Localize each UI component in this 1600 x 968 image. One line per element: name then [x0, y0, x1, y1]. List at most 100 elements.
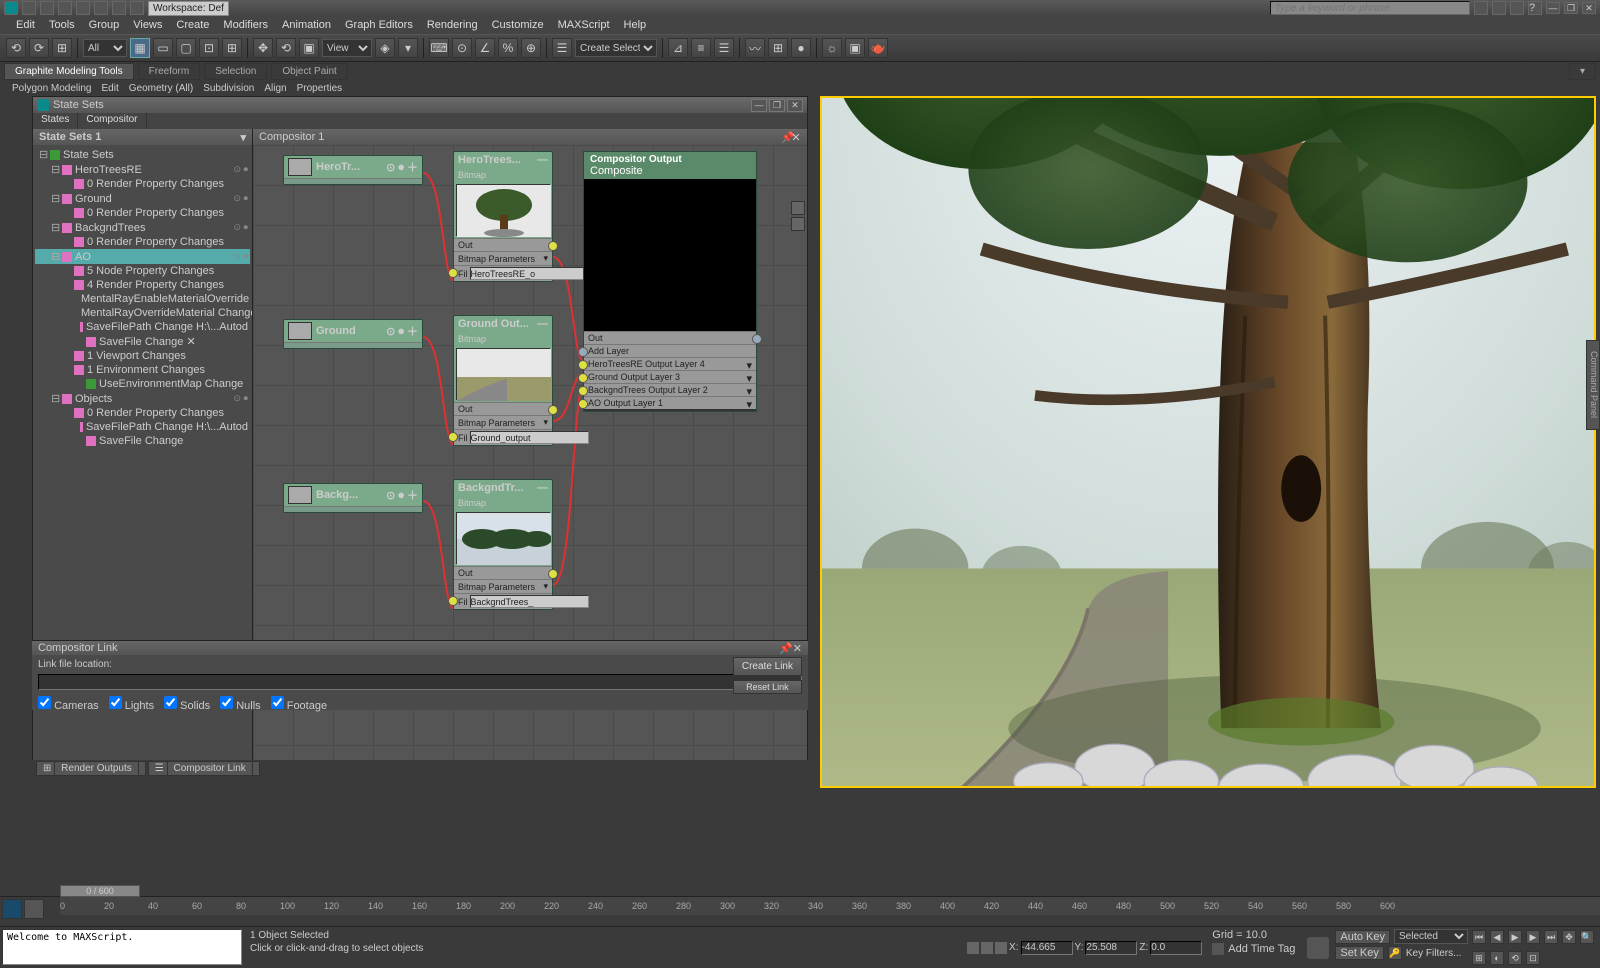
timetag-icon[interactable] [1212, 943, 1224, 955]
schematic-icon[interactable]: ⊞ [768, 38, 788, 58]
panel-polymodel[interactable]: Polygon Modeling [8, 83, 96, 94]
tree-node[interactable]: 1 Viewport Changes [35, 349, 250, 363]
check-footage[interactable]: Footage [271, 696, 327, 712]
project-icon[interactable] [130, 1, 144, 15]
nav-orbit-icon[interactable]: ⟲ [1508, 951, 1522, 965]
named-selection[interactable]: Create Selection Se [575, 39, 657, 57]
tree-node[interactable]: ⊟Objects⊙ ⏺ [35, 391, 250, 406]
curve-editor-icon[interactable]: 〰 [745, 38, 765, 58]
render-frame-icon[interactable]: ▣ [845, 38, 865, 58]
tree-node[interactable]: 0 Render Property Changes [35, 206, 250, 220]
undo-icon[interactable] [76, 1, 90, 15]
manip-icon[interactable]: ▾ [398, 38, 418, 58]
ribbon-tab-object-paint[interactable]: Object Paint [271, 63, 347, 80]
menu-customize[interactable]: Customize [486, 18, 550, 32]
panel-geometry[interactable]: Geometry (All) [125, 83, 197, 94]
panel-properties[interactable]: Properties [293, 83, 347, 94]
menu-maxscript[interactable]: MAXScript [552, 18, 616, 32]
tree-node[interactable]: MentalRayOverrideMaterial Change [35, 306, 250, 320]
snap-icon[interactable]: ⊙ [452, 38, 472, 58]
favorite-icon[interactable] [1510, 1, 1524, 15]
reset-link-button[interactable]: Reset Link [733, 680, 802, 694]
pivot-icon[interactable]: ◈ [375, 38, 395, 58]
save-icon[interactable] [58, 1, 72, 15]
menu-views[interactable]: Views [127, 18, 168, 32]
check-solids[interactable]: Solids [164, 696, 210, 712]
tree-node[interactable]: 0 Render Property Changes [35, 406, 250, 420]
tree-node[interactable]: 0 Render Property Changes [35, 235, 250, 249]
window-crossing-icon[interactable]: ⊡ [199, 38, 219, 58]
zoom-tool-icon[interactable] [791, 201, 805, 215]
search-input[interactable] [1270, 1, 1470, 15]
window-min-icon[interactable]: — [751, 99, 767, 112]
pin-icon[interactable]: 📌 [779, 642, 793, 655]
select-region-icon[interactable]: ▢ [176, 38, 196, 58]
isolate-icon[interactable] [981, 942, 993, 954]
ribbon-collapse-icon[interactable]: ▾ [1569, 63, 1596, 80]
command-panel-tab[interactable]: Command Panel [1586, 340, 1600, 430]
state-node[interactable]: HeroTr...⊙ ⏺ ＋ [283, 155, 423, 185]
x-input[interactable] [1021, 941, 1073, 955]
spinner-snap-icon[interactable]: ⊕ [521, 38, 541, 58]
angle-snap-icon[interactable]: ∠ [475, 38, 495, 58]
lock-icon[interactable] [967, 942, 979, 954]
bind-icon[interactable]: ⊞ [52, 38, 72, 58]
tree-node[interactable]: UseEnvironmentMap Change [35, 377, 250, 391]
tree-header[interactable]: State Sets 1▾ [33, 129, 252, 145]
tree-node[interactable]: SaveFile Change ✕ [35, 334, 250, 349]
tree-node[interactable]: MentalRayEnableMaterialOverride Cha... [35, 292, 250, 306]
tree-node[interactable]: ⊟State Sets [35, 147, 250, 162]
play-icon[interactable]: ▶ [1508, 930, 1522, 944]
tab-compositor-link[interactable]: ☰ Compositor Link [148, 761, 260, 776]
select-object-icon[interactable]: ▦ [130, 38, 150, 58]
abs-rel-icon[interactable] [995, 942, 1007, 954]
tree-node[interactable]: 5 Node Property Changes [35, 264, 250, 278]
panel-edit[interactable]: Edit [98, 83, 123, 94]
prev-frame-icon[interactable]: ◀ [1490, 930, 1504, 944]
panel-align[interactable]: Align [260, 83, 290, 94]
menu-modifiers[interactable]: Modifiers [217, 18, 274, 32]
goto-end-icon[interactable]: ⏭ [1544, 930, 1558, 944]
tab-compositor[interactable]: Compositor [78, 113, 146, 129]
nav-fov-icon[interactable]: ◐ [1490, 951, 1504, 965]
state-node[interactable]: Ground⊙ ⏺ ＋ [283, 319, 423, 349]
next-frame-icon[interactable]: ▶ [1526, 930, 1540, 944]
menu-tools[interactable]: Tools [43, 18, 81, 32]
create-link-button[interactable]: Create Link [733, 657, 802, 676]
setkey-button[interactable]: Set Key [1335, 946, 1384, 960]
tree-node[interactable]: ⊟Ground⊙ ⏺ [35, 191, 250, 206]
open-icon[interactable] [40, 1, 54, 15]
menu-help[interactable]: Help [618, 18, 653, 32]
pin-icon[interactable]: 📌 [781, 131, 791, 144]
state-sets-titlebar[interactable]: State Sets — ❐ ✕ [33, 97, 807, 113]
layers-icon[interactable]: ☰ [714, 38, 734, 58]
selection-filter[interactable]: All [83, 39, 127, 57]
help-icon[interactable]: ? [1528, 1, 1542, 15]
tab-render-outputs[interactable]: ⊞ Render Outputs [36, 761, 146, 776]
bitmap-node[interactable]: Ground Out...—Bitmap Out Bitmap Paramete… [453, 315, 553, 446]
app-icon[interactable] [4, 1, 18, 15]
menu-edit[interactable]: Edit [10, 18, 41, 32]
rotate-icon[interactable]: ⟲ [276, 38, 296, 58]
close-button[interactable]: ✕ [1582, 2, 1596, 14]
edit-named-icon[interactable]: ☰ [552, 38, 572, 58]
state-node[interactable]: Backg...⊙ ⏺ ＋ [283, 483, 423, 513]
tree-node[interactable]: ⊟BackgndTrees⊙ ⏺ [35, 220, 250, 235]
workspace-selector[interactable]: Workspace: Def [148, 1, 229, 16]
time-ruler[interactable]: 0204060801001201401601802002202402602803… [60, 897, 1600, 915]
material-editor-icon[interactable]: ● [791, 38, 811, 58]
ribbon-tab-selection[interactable]: Selection [204, 63, 267, 80]
key-filter-select[interactable]: Selected [1394, 929, 1468, 944]
time-slider[interactable]: 0 / 600 [60, 885, 140, 897]
nav-zoomall-icon[interactable]: ⊞ [1472, 951, 1486, 965]
viewport[interactable] [820, 96, 1596, 788]
menu-rendering[interactable]: Rendering [421, 18, 484, 32]
nav-zoom-icon[interactable]: 🔍 [1580, 930, 1594, 944]
select-name-icon[interactable]: ▭ [153, 38, 173, 58]
percent-snap-icon[interactable]: % [498, 38, 518, 58]
link-icon[interactable] [112, 1, 126, 15]
time-display-icon[interactable] [24, 899, 44, 919]
menu-animation[interactable]: Animation [276, 18, 337, 32]
tree-node[interactable]: SaveFilePath Change H:\...Autod [35, 320, 250, 334]
ribbon-tab-modeling[interactable]: Graphite Modeling Tools [4, 63, 134, 80]
